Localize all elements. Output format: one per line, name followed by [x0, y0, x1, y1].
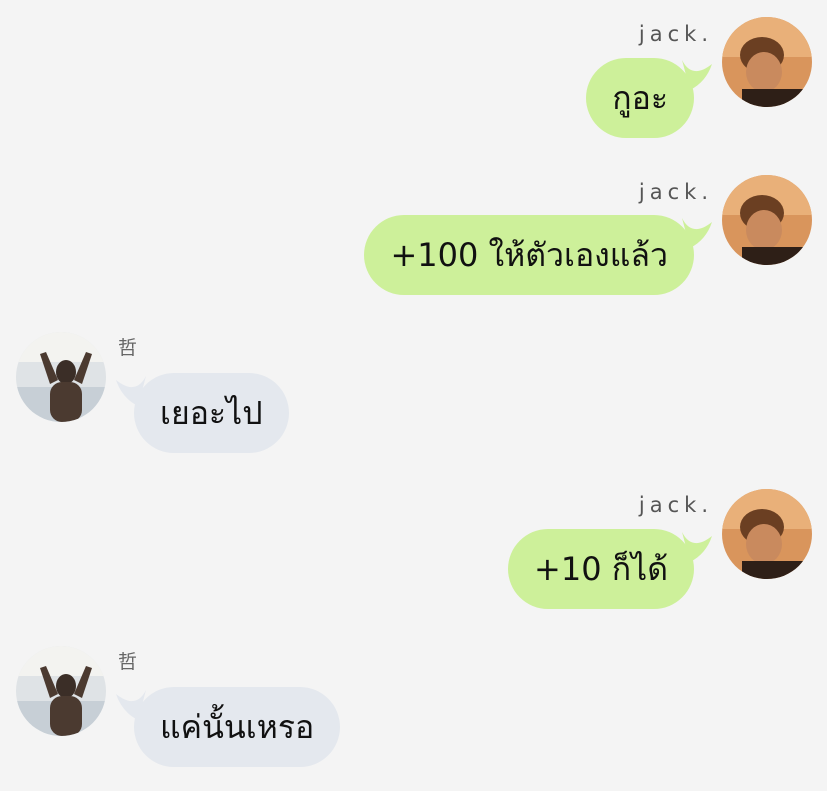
sender-name: jack. [638, 22, 713, 46]
user-avatar[interactable] [722, 175, 812, 265]
contact-avatar[interactable] [16, 332, 106, 422]
sender-name: jack. [638, 180, 713, 204]
user-avatar[interactable] [722, 489, 812, 579]
user-avatar[interactable] [722, 17, 812, 107]
sender-name: 哲 [118, 651, 138, 673]
sender-name: jack. [638, 493, 713, 517]
message-bubble[interactable]: กูอะ [586, 58, 694, 138]
sender-name: 哲 [118, 337, 138, 359]
message-bubble[interactable]: +10 ก็ได้ [508, 529, 694, 609]
chat-window: jack. กูอะ jack. +100 ให้ตัวเองแล้ว 哲 เย… [0, 0, 827, 791]
message-bubble[interactable]: +100 ให้ตัวเองแล้ว [364, 215, 694, 295]
message-bubble[interactable]: แค่นั้นเหรอ [134, 687, 341, 767]
message-bubble[interactable]: เยอะไป [134, 373, 289, 453]
contact-avatar[interactable] [16, 646, 106, 736]
